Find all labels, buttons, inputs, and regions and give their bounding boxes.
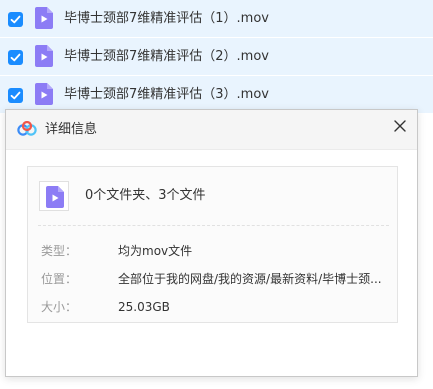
type-value: 均为mov文件 <box>118 244 193 258</box>
size-value: 25.03GB <box>118 300 170 314</box>
file-list: 毕博士颈部7维精准评估（1）.mov 毕博士颈部7维精准评估（2）.mov 毕博… <box>0 0 433 114</box>
file-name[interactable]: 毕博士颈部7维精准评估（2）.mov <box>64 38 269 76</box>
details-dialog: 详细信息 0个文件夹、3个文件 类型： 均为mov文件 位置： 全部位于我的网盘… <box>5 109 418 377</box>
location-value[interactable]: 全部位于我的网盘/我的资源/最新资料/毕博士颈... <box>118 271 382 287</box>
checkbox-checked-icon[interactable] <box>8 50 23 65</box>
file-row[interactable]: 毕博士颈部7维精准评估（2）.mov <box>0 38 433 76</box>
divider <box>38 225 389 226</box>
video-file-icon <box>35 7 53 33</box>
file-row[interactable]: 毕博士颈部7维精准评估（1）.mov <box>0 0 433 38</box>
selection-summary: 0个文件夹、3个文件 <box>85 188 206 203</box>
dialog-title: 详细信息 <box>45 122 98 137</box>
close-icon[interactable] <box>391 117 409 135</box>
info-card: 0个文件夹、3个文件 类型： 均为mov文件 位置： 全部位于我的网盘/我的资源… <box>27 166 398 323</box>
location-label: 位置： <box>41 272 78 286</box>
video-file-icon <box>39 181 69 211</box>
baidu-netdisk-logo-icon <box>17 120 37 141</box>
dialog-header: 详细信息 <box>6 110 417 150</box>
checkbox-checked-icon[interactable] <box>8 88 23 103</box>
video-file-icon <box>35 83 53 109</box>
video-file-icon <box>35 45 53 71</box>
type-label: 类型： <box>41 244 78 258</box>
checkbox-checked-icon[interactable] <box>8 12 23 27</box>
app-window: 毕博士颈部7维精准评估（1）.mov 毕博士颈部7维精准评估（2）.mov 毕博… <box>0 0 433 389</box>
file-name[interactable]: 毕博士颈部7维精准评估（1）.mov <box>64 0 269 38</box>
size-label: 大小： <box>41 300 78 314</box>
